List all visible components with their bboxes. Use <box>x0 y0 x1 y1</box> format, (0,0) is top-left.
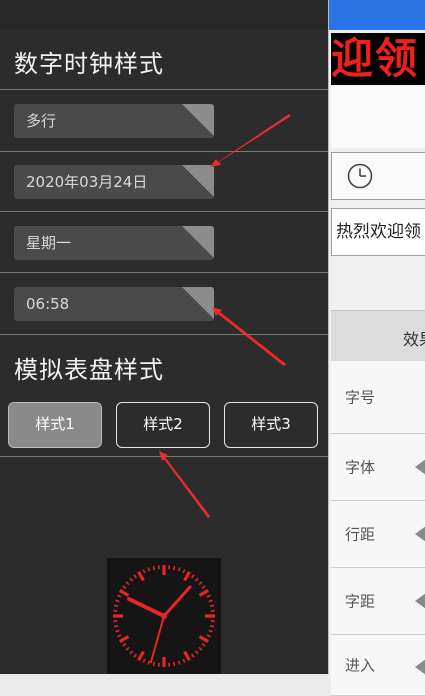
annotation-arrow-icon <box>212 307 286 366</box>
annotation-arrow-icon <box>210 114 291 167</box>
annotation-arrow-icon <box>159 451 210 518</box>
annotation-arrows <box>0 0 425 674</box>
